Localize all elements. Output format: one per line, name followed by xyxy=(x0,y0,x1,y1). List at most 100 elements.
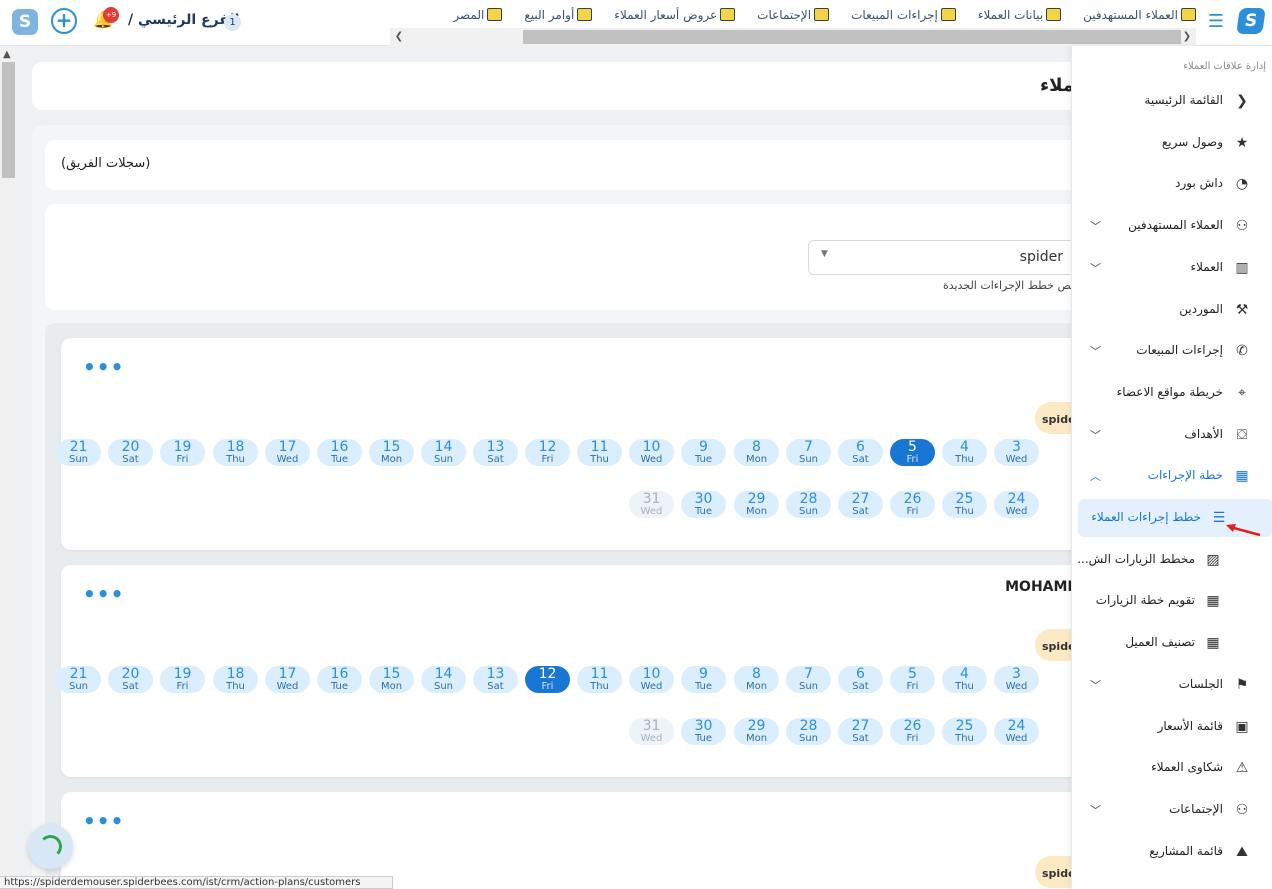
calendar-day[interactable]: 10 Wed xyxy=(629,439,674,466)
calendar-day[interactable]: 3 Wed xyxy=(994,439,1039,466)
top-nav-item[interactable]: العملاء المستهدفين xyxy=(1083,8,1196,22)
sidebar-item[interactable]: ⚇ العملاء المستهدفين ﹀ xyxy=(1072,207,1272,245)
scroll-right-arrow-icon[interactable]: ❯ xyxy=(1180,29,1194,45)
sidebar-item[interactable]: ◔ داش بورد xyxy=(1072,165,1272,203)
more-options-icon[interactable]: ••• xyxy=(83,357,124,377)
calendar-day[interactable]: 15 Mon xyxy=(369,666,414,693)
sidebar-item[interactable]: ❮ القائمة الرئيسية xyxy=(1072,82,1272,120)
chevron-down-icon[interactable]: ﹀ xyxy=(1090,343,1101,359)
sidebar-item[interactable]: ⚇ الإجتماعات ﹀ xyxy=(1072,791,1272,829)
sidebar-item[interactable]: ▦ تصنيف العميل xyxy=(1072,624,1272,662)
calendar-day[interactable]: 7 Sun xyxy=(786,439,831,466)
scroll-thumb[interactable] xyxy=(523,30,1181,44)
add-button[interactable]: + xyxy=(51,8,77,34)
calendar-day[interactable]: 16 Tue xyxy=(317,666,362,693)
calendar-day[interactable]: 18 Thu xyxy=(213,439,258,466)
scroll-up-arrow-icon[interactable]: ▲ xyxy=(3,49,11,60)
sidebar-item[interactable]: ▥ العملاء ﹀ xyxy=(1072,249,1272,287)
calendar-day[interactable]: 9 Tue xyxy=(681,439,726,466)
top-nav-item[interactable]: المصر xyxy=(453,8,503,22)
branch-title[interactable]: الفرع الرئيسي / xyxy=(128,12,239,28)
more-options-icon[interactable]: ••• xyxy=(83,584,124,604)
calendar-day[interactable]: 6 Sat xyxy=(838,439,883,466)
chevron-down-icon[interactable]: ﹀ xyxy=(1090,677,1101,693)
calendar-day[interactable]: 5 Fri xyxy=(890,666,935,693)
top-nav-item[interactable]: أوامر البيع xyxy=(524,8,593,22)
calendar-day[interactable]: 20 Sat xyxy=(108,666,153,693)
calendar-day[interactable]: 7 Sun xyxy=(786,666,831,693)
calendar-day[interactable]: 24 Wed xyxy=(994,491,1039,518)
calendar-day[interactable]: 13 Sat xyxy=(473,666,518,693)
chevron-down-icon[interactable]: ﹀ xyxy=(1090,260,1101,276)
calendar-day[interactable]: 26 Fri xyxy=(890,491,935,518)
calendar-day[interactable]: 29 Mon xyxy=(734,718,779,745)
sidebar-item[interactable]: ⚠ شكاوى العملاء xyxy=(1072,749,1272,787)
calendar-day[interactable]: 26 Fri xyxy=(890,718,935,745)
chevron-down-icon[interactable]: ﹀ xyxy=(1090,802,1101,818)
more-options-icon[interactable]: ••• xyxy=(83,811,124,831)
sidebar-item[interactable]: ✆ إجراءات المبيعات ﹀ xyxy=(1072,332,1272,370)
app-logo-icon[interactable]: S xyxy=(12,9,38,35)
chevron-down-icon[interactable]: ▼ xyxy=(821,249,828,259)
calendar-day[interactable]: 4 Thu xyxy=(942,439,987,466)
calendar-day[interactable]: 19 Fri xyxy=(160,439,205,466)
sidebar-item[interactable]: ★ وصول سريع xyxy=(1072,124,1272,162)
calendar-day[interactable]: 21 Sun xyxy=(56,439,101,466)
calendar-day[interactable]: 14 Sun xyxy=(421,439,466,466)
calendar-day[interactable]: 14 Sun xyxy=(421,666,466,693)
top-nav-item[interactable]: إجراءات المبيعات xyxy=(851,8,956,22)
top-nav-item[interactable]: بيانات العملاء xyxy=(978,8,1062,22)
calendar-day[interactable]: 13 Sat xyxy=(473,439,518,466)
employee-select[interactable]: spider ▼ xyxy=(808,240,1088,275)
calendar-day[interactable]: 3 Wed xyxy=(994,666,1039,693)
calendar-day[interactable]: 8 Mon xyxy=(734,439,779,466)
calendar-day[interactable]: 5 Fri xyxy=(890,439,935,466)
calendar-day[interactable]: 21 Sun xyxy=(56,666,101,693)
calendar-day[interactable]: 28 Sun xyxy=(786,718,831,745)
calendar-day[interactable]: 29 Mon xyxy=(734,491,779,518)
top-nav-scrollbar[interactable]: ❮ ❯ xyxy=(390,28,1196,46)
sidebar-item[interactable]: ⚒ الموردين xyxy=(1072,291,1272,329)
sidebar-item[interactable]: ▣ قائمة الأسعار xyxy=(1072,708,1272,746)
calendar-day[interactable]: 16 Tue xyxy=(317,439,362,466)
calendar-day[interactable]: 11 Thu xyxy=(577,666,622,693)
calendar-day[interactable]: 12 Fri xyxy=(525,666,570,693)
brand-logo-icon[interactable]: S xyxy=(1236,8,1266,34)
page-scrollbar[interactable]: ▲ xyxy=(0,46,17,889)
calendar-day[interactable]: 12 Fri xyxy=(525,439,570,466)
chevron-down-icon[interactable]: ﹀ xyxy=(1090,218,1101,234)
calendar-day[interactable]: 17 Wed xyxy=(265,439,310,466)
calendar-day[interactable]: 27 Sat xyxy=(838,491,883,518)
sidebar-item[interactable]: ⛰ قائمة المشاريع xyxy=(1072,833,1272,871)
calendar-day[interactable]: 15 Mon xyxy=(369,439,414,466)
calendar-day[interactable]: 24 Wed xyxy=(994,718,1039,745)
calendar-day[interactable]: 20 Sat xyxy=(108,439,153,466)
sidebar-item[interactable]: ▨ مخطط الزيارات الش... xyxy=(1072,541,1272,579)
calendar-day[interactable]: 4 Thu xyxy=(942,666,987,693)
calendar-day[interactable]: 30 Tue xyxy=(681,491,726,518)
calendar-day[interactable]: 18 Thu xyxy=(213,666,258,693)
sidebar-item[interactable]: ⌖ خريطة مواقع الاعضاء xyxy=(1072,374,1272,412)
top-nav-item[interactable]: الإجتماعات xyxy=(757,8,830,22)
calendar-day[interactable]: 8 Mon xyxy=(734,666,779,693)
chevron-down-icon[interactable]: ﹀ xyxy=(1090,427,1101,443)
chevron-up-icon[interactable]: ︿ xyxy=(1090,468,1101,484)
calendar-day[interactable]: 30 Tue xyxy=(681,718,726,745)
scroll-left-arrow-icon[interactable]: ❮ xyxy=(392,29,406,45)
top-nav-item[interactable]: عروض أسعار العملاء xyxy=(614,8,736,22)
calendar-day[interactable]: 25 Thu xyxy=(942,491,987,518)
calendar-day[interactable]: 19 Fri xyxy=(160,666,205,693)
calendar-day[interactable]: 27 Sat xyxy=(838,718,883,745)
calendar-day[interactable]: 17 Wed xyxy=(265,666,310,693)
calendar-day[interactable]: 10 Wed xyxy=(629,666,674,693)
page-scroll-thumb[interactable] xyxy=(2,62,15,178)
calendar-day[interactable]: 11 Thu xyxy=(577,439,622,466)
sidebar-item[interactable]: ⚑ الجلسات ﹀ xyxy=(1072,666,1272,704)
calendar-day[interactable]: 6 Sat xyxy=(838,666,883,693)
hamburger-menu-icon[interactable]: ☰ xyxy=(1206,11,1226,33)
sidebar-item[interactable]: ▦ تقويم خطة الزيارات xyxy=(1072,582,1272,620)
calendar-day[interactable]: 28 Sun xyxy=(786,491,831,518)
sidebar-item[interactable]: ▦ خطة الإجراءات ︿ xyxy=(1072,457,1272,495)
calendar-day[interactable]: 25 Thu xyxy=(942,718,987,745)
sidebar-item[interactable]: ⛋ الأهداف ﹀ xyxy=(1072,416,1272,454)
